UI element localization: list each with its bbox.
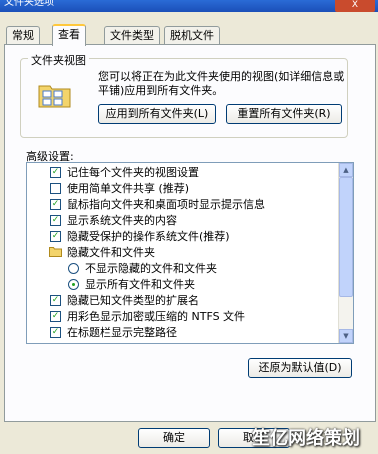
tab-view[interactable]: 查看: [52, 24, 86, 46]
radio-button[interactable]: [68, 279, 79, 290]
checkbox[interactable]: ✓: [50, 311, 61, 322]
checkbox[interactable]: ✓: [50, 199, 61, 210]
scroll-thumb[interactable]: [339, 177, 353, 297]
folder-view-icon: [38, 85, 71, 108]
tab-offline-files[interactable]: 脱机文件: [164, 26, 220, 44]
checkbox[interactable]: ✓: [50, 231, 61, 242]
window-title: 文件夹选项: [4, 0, 54, 8]
reset-all-folders-button[interactable]: 重置所有文件夹(R): [226, 104, 342, 124]
watermark-text: 笙亿网络策划: [252, 428, 360, 449]
folder-icon: [49, 247, 62, 257]
checkbox[interactable]: ✓: [50, 295, 61, 306]
tab-general[interactable]: 常规: [6, 26, 40, 44]
scroll-down-icon[interactable]: ▼: [339, 329, 353, 343]
vertical-scrollbar[interactable]: ▲ ▼: [338, 163, 353, 343]
folder-views-label: 文件夹视图: [28, 52, 89, 68]
checkbox[interactable]: ✓: [50, 167, 61, 178]
apply-to-all-folders-button[interactable]: 应用到所有文件夹(L): [98, 104, 216, 124]
restore-defaults-button[interactable]: 还原为默认值(D): [248, 358, 352, 378]
close-button[interactable]: X: [335, 0, 375, 12]
checkbox[interactable]: [50, 183, 61, 194]
tab-file-types[interactable]: 文件类型: [104, 26, 160, 44]
title-bar: 文件夹选项 X: [0, 0, 378, 12]
advanced-settings-list[interactable]: ✓ 记住每个文件夹的视图设置 使用简单文件共享 (推荐) ✓ 鼠标指向文件夹和桌…: [26, 162, 354, 344]
ok-button[interactable]: 确定: [138, 428, 210, 448]
checkbox[interactable]: ✓: [50, 215, 61, 226]
scroll-up-icon[interactable]: ▲: [339, 163, 353, 177]
folder-views-description: 您可以将正在为此文件夹使用的视图(如详细信息或平铺)应用到所有文件夹。: [98, 70, 345, 97]
checkbox[interactable]: ✓: [50, 327, 61, 338]
radio-button[interactable]: [68, 263, 79, 274]
